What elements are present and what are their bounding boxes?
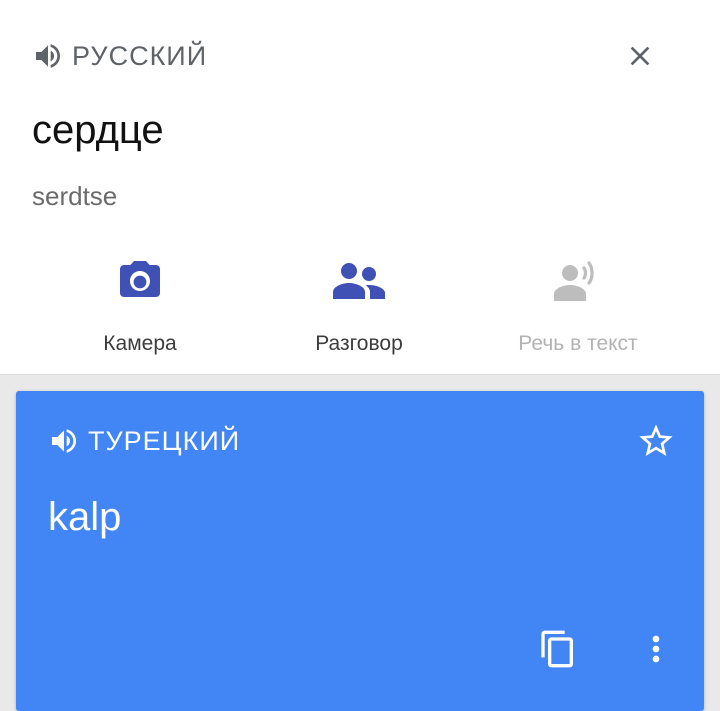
target-language-row[interactable]: ТУРЕЦКИЙ: [48, 421, 240, 461]
copy-button[interactable]: [534, 625, 582, 673]
camera-icon: [108, 252, 172, 310]
copy-icon: [541, 630, 573, 668]
source-panel: РУССКИЙ сердце serdtse Камера Разговор Р…: [0, 0, 720, 375]
conversation-label: Разговор: [315, 332, 403, 355]
speech-to-text-button[interactable]: Речь в текст: [478, 252, 678, 356]
transliteration-text: serdtse: [32, 181, 118, 211]
target-language-label: ТУРЕЦКИЙ: [88, 425, 241, 456]
camera-label: Камера: [103, 332, 177, 355]
speech-to-text-label: Речь в текст: [518, 332, 638, 355]
speech-to-text-icon: [546, 252, 610, 310]
conversation-icon: [327, 252, 391, 310]
translation-text[interactable]: kalp: [48, 495, 121, 540]
translation-card: ТУРЕЦКИЙ kalp: [16, 391, 704, 711]
star-outline-icon: [639, 424, 673, 456]
camera-button[interactable]: Камера: [40, 252, 240, 356]
speaker-icon[interactable]: [48, 425, 80, 457]
favorite-button[interactable]: [632, 417, 680, 465]
close-button[interactable]: [618, 34, 662, 78]
source-text[interactable]: сердце: [32, 108, 164, 153]
source-language-row[interactable]: РУССКИЙ: [32, 36, 207, 76]
source-language-label: РУССКИЙ: [72, 40, 208, 71]
more-vert-icon: [652, 635, 660, 663]
speaker-icon[interactable]: [32, 40, 64, 72]
conversation-button[interactable]: Разговор: [259, 252, 459, 356]
close-icon: [630, 46, 650, 66]
more-options-button[interactable]: [632, 625, 680, 673]
